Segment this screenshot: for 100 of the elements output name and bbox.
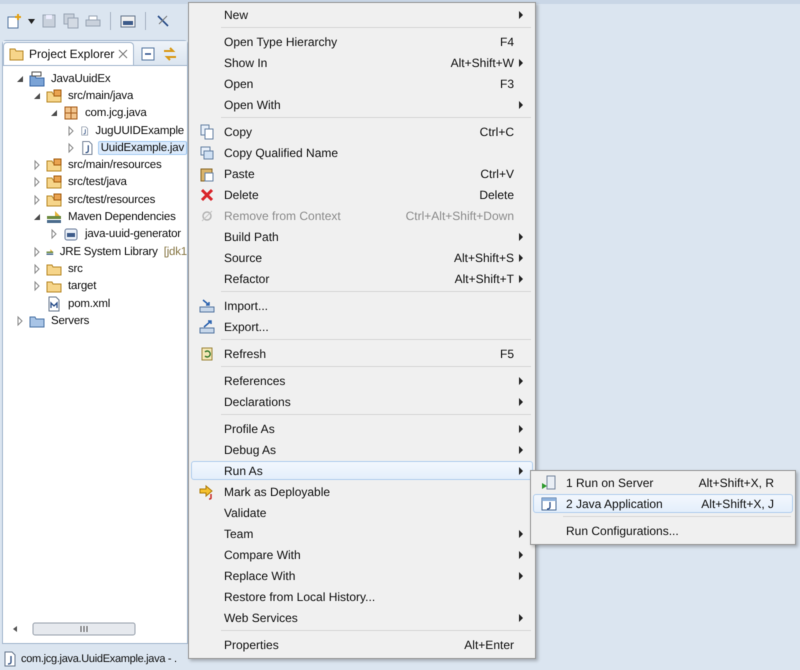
tree-item[interactable]: target	[65, 279, 100, 294]
tree-item[interactable]: src/test/java	[65, 175, 130, 190]
submenu-arrow-icon	[518, 614, 524, 622]
submenu-arrow-icon	[518, 398, 524, 406]
expanded-arrow-icon[interactable]	[49, 108, 59, 118]
print-icon[interactable]	[85, 13, 101, 29]
menu-item[interactable]: 1 Run on Server Alt+Shift+X, R	[533, 473, 793, 492]
menu-item[interactable]: Open F3	[191, 74, 533, 93]
collapsed-arrow-icon[interactable]	[32, 160, 42, 170]
tree-item[interactable]: Maven Dependencies	[65, 210, 179, 224]
submenu-arrow-icon	[518, 550, 524, 558]
menu-item[interactable]: Compare With	[191, 545, 533, 564]
tree-item[interactable]: java-uuid-generator	[82, 227, 184, 242]
expanded-arrow-icon[interactable]	[32, 90, 42, 101]
submenu-arrow-icon	[518, 274, 524, 282]
import-icon	[199, 298, 215, 314]
menu-item[interactable]: Restore from Local History...	[191, 587, 533, 606]
menu-item[interactable]: Declarations	[191, 392, 533, 411]
menu-item[interactable]: Validate	[191, 503, 533, 522]
expanded-arrow-icon[interactable]	[15, 74, 25, 84]
arrow-icon	[199, 484, 215, 500]
menu-item[interactable]: Debug As	[191, 440, 533, 459]
package-folder-icon	[46, 174, 62, 190]
collapsed-arrow-icon[interactable]	[32, 264, 42, 274]
menu-item[interactable]: Delete Delete	[191, 185, 533, 204]
collapsed-arrow-icon[interactable]	[49, 229, 59, 240]
menu-item[interactable]: Copy Ctrl+C	[191, 122, 533, 141]
menu-item[interactable]: Mark as Deployable	[191, 482, 533, 501]
menu-item[interactable]: Import...	[191, 296, 533, 315]
menu-item[interactable]: Paste Ctrl+V	[191, 164, 533, 183]
export-icon	[199, 318, 215, 334]
submenu-arrow-icon	[518, 376, 524, 384]
collapsed-arrow-icon[interactable]	[32, 246, 42, 257]
menu-item[interactable]: 2 Java Application Alt+Shift+X, J	[533, 494, 793, 513]
submenu-arrow-icon	[518, 446, 524, 454]
collapsed-arrow-icon[interactable]	[32, 281, 42, 292]
submenu-arrow-icon	[518, 58, 524, 66]
collapsed-arrow-icon[interactable]	[32, 177, 42, 188]
java-file-icon	[2, 651, 18, 667]
submenu-arrow-icon	[518, 232, 524, 240]
tree-item[interactable]: JugUUIDExample	[92, 124, 187, 138]
tree-item[interactable]: src	[65, 262, 86, 276]
submenu-arrow-icon	[518, 100, 524, 108]
save-all-icon[interactable]	[63, 13, 79, 29]
xml-file-icon	[46, 296, 62, 312]
menu-item[interactable]: Build Path	[191, 227, 533, 246]
tree-item[interactable]: Servers	[48, 314, 92, 328]
tree-item[interactable]: src/main/java	[65, 88, 136, 103]
library-version: [jdk1	[164, 246, 187, 258]
project-icon	[29, 70, 45, 87]
tree-item[interactable]: src/test/resources	[65, 192, 158, 207]
menu-item[interactable]: Open With	[191, 95, 533, 114]
collapse-all-icon[interactable]	[140, 46, 156, 62]
close-icon[interactable]	[118, 49, 128, 59]
submenu-arrow-icon	[518, 466, 524, 474]
menu-item[interactable]: New	[191, 5, 533, 24]
menu-item[interactable]: Show In Alt+Shift+W	[191, 53, 533, 72]
collapsed-arrow-icon[interactable]	[66, 142, 76, 153]
menu-item[interactable]: Run As	[191, 461, 533, 480]
link-arrows-icon[interactable]	[162, 46, 178, 62]
submenu-arrow-icon	[518, 10, 524, 18]
tree-item[interactable]: JRE System Library	[56, 244, 161, 259]
clipboard-icon	[199, 166, 215, 182]
collapsed-arrow-icon[interactable]	[66, 126, 76, 136]
copy-icon	[199, 124, 215, 140]
collapsed-arrow-icon[interactable]	[32, 194, 42, 205]
expanded-arrow-icon[interactable]	[32, 212, 42, 222]
application-icon	[541, 496, 557, 512]
server-icon	[541, 474, 557, 490]
new-icon[interactable]	[6, 13, 22, 29]
menu-item[interactable]: References	[191, 371, 533, 390]
menu-item[interactable]: Properties Alt+Enter	[191, 635, 533, 654]
menu-item[interactable]: Refresh F5	[191, 344, 533, 363]
tree-item[interactable]: JavaUuidEx	[48, 72, 114, 86]
menu-item[interactable]: Open Type Hierarchy F4	[191, 32, 533, 51]
view-tab[interactable]: Project Explorer	[3, 42, 134, 65]
menu-item[interactable]: Refactor Alt+Shift+T	[191, 269, 533, 288]
menu-item[interactable]: Copy Qualified Name	[191, 143, 533, 162]
tab-title: Project Explorer	[29, 47, 114, 61]
menu-item[interactable]: Run Configurations...	[533, 521, 793, 540]
status-text: com.jcg.java.UuidExample.java - .	[21, 653, 177, 665]
menu-item[interactable]: Export...	[191, 317, 533, 336]
dropdown-caret-icon[interactable]	[28, 18, 35, 24]
collapsed-arrow-icon[interactable]	[15, 316, 25, 326]
tree-item[interactable]: com.jcg.java	[82, 106, 150, 120]
tree-item[interactable]: pom.xml	[65, 296, 114, 310]
remove-icon	[199, 208, 215, 224]
menu-item[interactable]: Team	[191, 524, 533, 543]
menu-item[interactable]: Source Alt+Shift+S	[191, 248, 533, 267]
submenu-arrow-icon	[518, 572, 524, 580]
menu-item[interactable]: Replace With	[191, 566, 533, 585]
tree-item[interactable]: src/main/resources	[65, 158, 165, 172]
save-icon[interactable]	[41, 13, 57, 29]
menu-item[interactable]: Web Services	[191, 608, 533, 627]
submenu-arrow-icon	[518, 254, 524, 262]
package-folder-icon	[46, 157, 62, 174]
menu-item[interactable]: Profile As	[191, 419, 533, 438]
submenu-arrow-icon	[518, 530, 524, 538]
tree-item[interactable]: UuidExample.jav	[98, 140, 187, 155]
submenu-arrow-icon	[518, 424, 524, 432]
